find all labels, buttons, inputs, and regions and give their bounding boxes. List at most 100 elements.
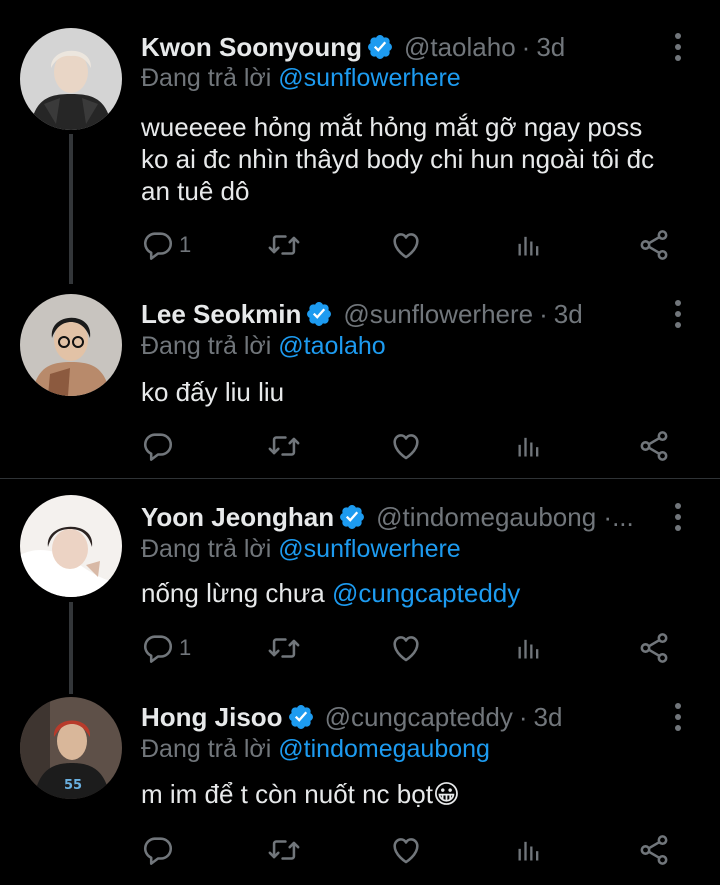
verified-badge-icon (338, 503, 366, 531)
tweet-header: Yoon Jeonghan @tindomegaubong ·... (141, 500, 660, 534)
views-button[interactable] (515, 631, 543, 665)
verified-badge-icon (366, 33, 394, 61)
tweet-text-mention[interactable]: @cungcapteddy (332, 578, 520, 608)
replying-to-mention[interactable]: @sunflowerhere (278, 64, 460, 92)
tweet-text-line: wueeeee hỏng mắt hỏng mắt gỡ ngay poss (141, 112, 643, 142)
views-button[interactable] (515, 228, 543, 262)
replying-to-mention[interactable]: @sunflowerhere (278, 535, 460, 563)
tweet-text-main: ko đấy liu liu (141, 377, 285, 407)
reply-button[interactable] (141, 429, 179, 463)
heart-icon (389, 631, 423, 665)
handle[interactable]: @taolaho (404, 32, 516, 63)
tweet-lee-seokmin[interactable]: Lee Seokmin @sunflowerhere · 3d Đang trả… (0, 284, 720, 474)
svg-text:55: 55 (64, 778, 82, 793)
heart-icon (389, 833, 423, 867)
action-bar (141, 429, 681, 463)
views-bar-icon (515, 228, 543, 262)
more-vertical-icon[interactable] (668, 500, 688, 534)
verified-badge-icon (305, 300, 333, 328)
tweet-text-line: ko ai đc nhìn thâyd body chi hun ngoài t… (141, 144, 655, 174)
replying-to-mention[interactable]: @taolaho (278, 332, 385, 360)
tweet-text-main: m im để t còn nuốt nc bọt😀 (141, 779, 461, 809)
more-vertical-icon[interactable] (668, 30, 688, 64)
retweet-button[interactable] (267, 631, 301, 665)
tweet-text: nống lừng chưa @cungcapteddy (141, 577, 701, 609)
replying-to: Đang trả lời @taolaho (141, 332, 386, 361)
share-button[interactable] (637, 833, 671, 867)
retweet-button[interactable] (267, 429, 301, 463)
views-button[interactable] (515, 833, 543, 867)
reply-button[interactable]: 1 (141, 228, 191, 262)
tweet-yoon-jeonghan[interactable]: Yoon Jeonghan @tindomegaubong ·... Đang … (0, 479, 720, 694)
tweet-text: wueeeee hỏng mắt hỏng mắt gỡ ngay poss k… (141, 111, 701, 207)
reply-icon (141, 429, 175, 463)
like-button[interactable] (389, 833, 423, 867)
thread-connector (69, 602, 73, 694)
timestamp[interactable]: 3d (554, 299, 583, 330)
display-name[interactable]: Hong Jisoo (141, 702, 283, 733)
display-name[interactable]: Lee Seokmin (141, 299, 301, 330)
display-name[interactable]: Kwon Soonyoung (141, 32, 362, 63)
share-icon (637, 228, 671, 262)
more-vertical-icon[interactable] (668, 700, 688, 734)
avatar[interactable] (20, 28, 122, 130)
replying-to: Đang trả lời @sunflowerhere (141, 535, 461, 564)
action-bar: 1 (141, 631, 681, 665)
separator-dot: · (539, 298, 548, 329)
avatar[interactable] (20, 294, 122, 396)
replying-to-label: Đang trả lời (141, 535, 272, 563)
reply-count: 1 (179, 232, 192, 257)
separator-dot: · (518, 701, 528, 732)
retweet-button[interactable] (267, 833, 301, 867)
reply-count: 1 (179, 635, 192, 660)
reply-icon (141, 228, 175, 262)
reply-button[interactable] (141, 833, 179, 867)
views-bar-icon (515, 833, 543, 867)
more-vertical-icon[interactable] (668, 297, 688, 331)
share-icon (637, 833, 671, 867)
tweet-text-main: nống lừng chưa (141, 578, 332, 608)
retweet-icon (267, 429, 301, 463)
replying-to: Đang trả lời @sunflowerhere (141, 64, 461, 93)
replying-to: Đang trả lời @tindomegaubong (141, 735, 490, 764)
reply-button[interactable]: 1 (141, 631, 191, 665)
tweet-header: Kwon Soonyoung @taolaho · 3d (141, 30, 660, 64)
share-button[interactable] (637, 631, 671, 665)
heart-icon (389, 429, 423, 463)
display-name[interactable]: Yoon Jeonghan (141, 502, 334, 533)
tweet-text: m im để t còn nuốt nc bọt😀 (141, 778, 701, 810)
views-bar-icon (515, 429, 543, 463)
action-bar (141, 833, 681, 867)
replying-to-mention[interactable]: @tindomegaubong (278, 735, 490, 763)
tweet-kwon-soonyoung[interactable]: Kwon Soonyoung @taolaho · 3d Đang trả lờ… (0, 0, 720, 284)
handle[interactable]: @tindomegaubong ·... (376, 502, 634, 533)
separator-dot: · (521, 31, 531, 62)
tweet-text-line: an tuê dô (141, 176, 250, 206)
tweet-header: Lee Seokmin @sunflowerhere · 3d (141, 297, 660, 331)
timestamp[interactable]: 3d (536, 32, 565, 63)
tweet-hong-jisoo[interactable]: 55 Hong Jisoo @cungcapteddy · 3d Đang tr… (0, 694, 720, 885)
views-bar-icon (515, 631, 543, 665)
retweet-icon (267, 228, 301, 262)
replying-to-label: Đang trả lời (141, 64, 272, 92)
like-button[interactable] (389, 429, 423, 463)
reply-icon (141, 631, 175, 665)
like-button[interactable] (389, 228, 423, 262)
replying-to-label: Đang trả lời (141, 735, 272, 763)
handle[interactable]: @cungcapteddy (325, 702, 513, 733)
timestamp[interactable]: 3d (534, 702, 563, 733)
heart-icon (389, 228, 423, 262)
tweet-text: ko đấy liu liu (141, 376, 701, 408)
views-button[interactable] (515, 429, 543, 463)
retweet-button[interactable] (267, 228, 301, 262)
retweet-icon (267, 833, 301, 867)
verified-badge-icon (287, 703, 315, 731)
share-button[interactable] (637, 429, 671, 463)
handle[interactable]: @sunflowerhere (343, 299, 533, 330)
share-button[interactable] (637, 228, 671, 262)
retweet-icon (267, 631, 301, 665)
avatar[interactable] (20, 495, 122, 597)
tweet-header: Hong Jisoo @cungcapteddy · 3d (141, 700, 660, 734)
avatar[interactable]: 55 (20, 697, 122, 799)
like-button[interactable] (389, 631, 423, 665)
